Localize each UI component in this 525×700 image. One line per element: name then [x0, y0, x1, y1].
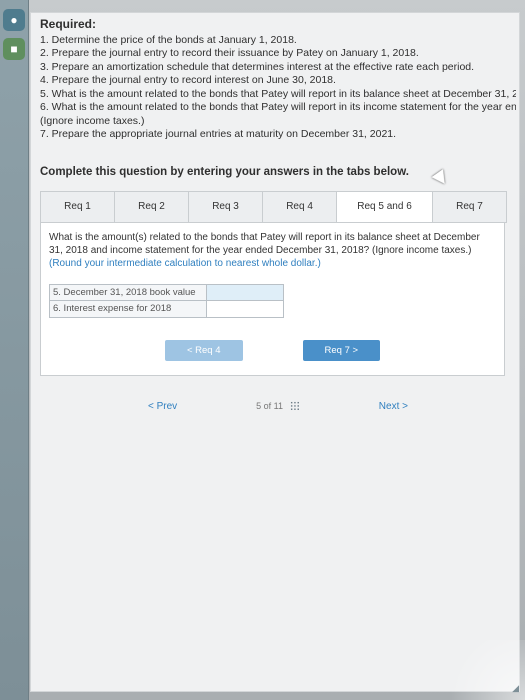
- requirement-item: 5. What is the amount related to the bon…: [40, 87, 516, 100]
- prev-req-button[interactable]: < Req 4: [164, 339, 243, 361]
- requirement-item: 6. What is the amount related to the bon…: [40, 101, 516, 113]
- tab-req-2[interactable]: Req 2: [115, 192, 190, 222]
- table-row: 6. Interest expense for 2018: [49, 300, 284, 318]
- question-panel: What is the amount(s) related to the bon…: [40, 222, 505, 376]
- tab-req-3[interactable]: Req 3: [189, 192, 264, 222]
- corner-logo-icon: ◢: [512, 683, 519, 693]
- question-note: (Round your intermediate calculation to …: [49, 257, 321, 269]
- assignment-content: Required: 1. Determine the price of the …: [40, 17, 516, 414]
- requirement-item: 1. Determine the price of the bonds at J…: [40, 33, 297, 46]
- question-body: What is the amount(s) related to the bon…: [49, 231, 480, 256]
- photo-background: ● ■ Required: 1. Determine the price of …: [0, 0, 525, 700]
- assignment-page: Required: 1. Determine the price of the …: [30, 12, 520, 692]
- next-req-button[interactable]: Req 7 >: [302, 339, 381, 361]
- row-label: 6. Interest expense for 2018: [49, 300, 207, 318]
- tab-req-5-and-6[interactable]: Req 5 and 6: [337, 192, 433, 222]
- requirement-nav: < Req 4 Req 7 >: [49, 339, 496, 361]
- grid-icon[interactable]: [289, 401, 300, 412]
- requirement-item: (Ignore income taxes.): [40, 114, 145, 127]
- interest-expense-input[interactable]: [206, 300, 284, 318]
- question-text: What is the amount(s) related to the bon…: [49, 231, 496, 270]
- page-count: 5 of 11: [256, 401, 284, 411]
- left-rail: ● ■: [0, 0, 29, 700]
- prev-link[interactable]: < Prev: [148, 400, 177, 414]
- table-row: 5. December 31, 2018 book value: [49, 283, 284, 301]
- next-link[interactable]: Next >: [379, 400, 408, 414]
- app-icon[interactable]: ●: [3, 9, 25, 31]
- required-heading: Required:: [40, 17, 97, 31]
- requirement-item: 3. Prepare an amortization schedule that…: [40, 60, 475, 73]
- page-indicator: 5 of 11: [256, 400, 300, 414]
- book-value-input[interactable]: [206, 283, 284, 301]
- answer-table: 5. December 31, 2018 book value 6. Inter…: [49, 283, 284, 318]
- requirement-tabs: Req 1 Req 2 Req 3 Req 4 Req 5 and 6 Req …: [40, 191, 507, 223]
- question-pager: < Prev 5 of 11 Next >: [148, 400, 408, 414]
- tab-req-7[interactable]: Req 7: [432, 192, 506, 222]
- row-label: 5. December 31, 2018 book value: [49, 283, 207, 301]
- tab-req-4[interactable]: Req 4: [263, 192, 338, 222]
- tab-req-1[interactable]: Req 1: [41, 192, 116, 222]
- requirement-item: 2. Prepare the journal entry to record t…: [40, 47, 419, 59]
- app-icon[interactable]: ■: [3, 38, 25, 60]
- requirement-item: 7. Prepare the appropriate journal entri…: [40, 128, 397, 140]
- requirement-item: 4. Prepare the journal entry to record i…: [40, 74, 336, 86]
